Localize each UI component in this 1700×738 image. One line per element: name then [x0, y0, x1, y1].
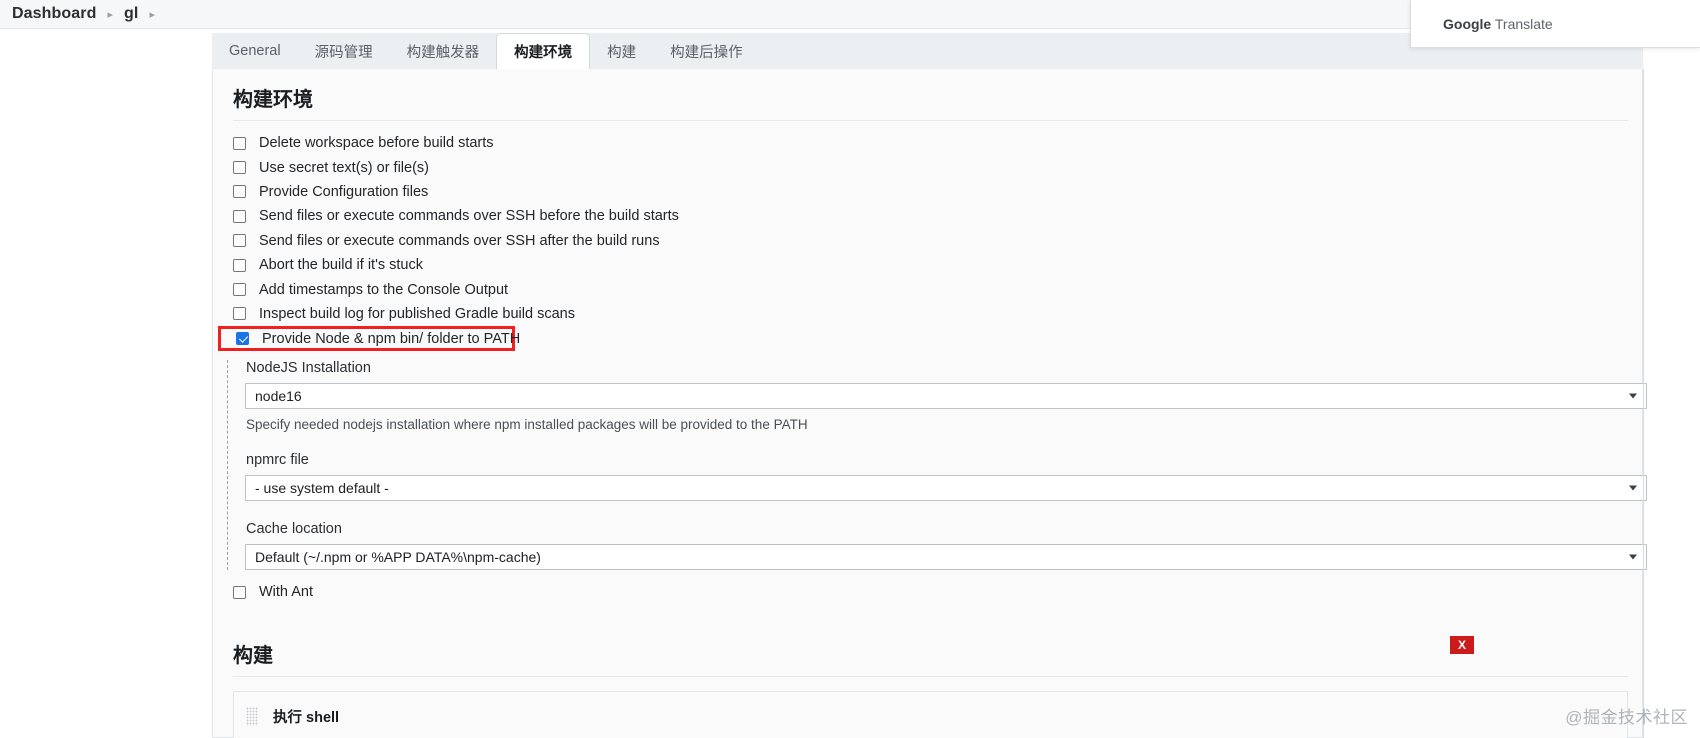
section-title-build: 构建: [213, 625, 1642, 676]
checkbox-ssh-after-build[interactable]: [233, 234, 246, 247]
checkbox-delete-workspace[interactable]: [233, 137, 246, 150]
builder-card-execute-shell[interactable]: 执行 shell: [233, 691, 1628, 738]
checkbox-label-abort-build-stuck[interactable]: Abort the build if it's stuck: [259, 257, 423, 273]
panel-right-edge: [1643, 69, 1644, 738]
checkbox-label-delete-workspace[interactable]: Delete workspace before build starts: [259, 135, 494, 151]
checkbox-provide-configuration-files[interactable]: [233, 185, 246, 198]
select-value-cache-location: Default (~/.npm or %APP DATA%\npm-cache): [255, 549, 541, 565]
google-product-text: Translate: [1491, 16, 1552, 32]
select-value-npmrc-file: - use system default -: [255, 480, 389, 496]
build-environment-checkbox-list: Delete workspace before build starts Use…: [213, 121, 1642, 351]
nodejs-config-block: NodeJS Installation node16 Specify neede…: [227, 360, 1642, 570]
checkbox-label-inspect-build-log[interactable]: Inspect build log for published Gradle b…: [259, 306, 575, 322]
checkbox-inspect-build-log[interactable]: [233, 307, 246, 320]
google-brand-text: Google: [1443, 16, 1491, 32]
checkbox-abort-build-stuck[interactable]: [233, 259, 246, 272]
chevron-down-icon-nodejs-installation: [1629, 394, 1637, 399]
close-badge-icon[interactable]: X: [1450, 636, 1474, 654]
checkbox-row-with-ant[interactable]: With Ant ?: [213, 580, 1642, 604]
drag-handle-icon[interactable]: [246, 707, 258, 726]
label-npmrc-file: npmrc file: [246, 452, 1642, 468]
breadcrumb-item-gl[interactable]: gl: [124, 5, 138, 23]
checkbox-add-timestamps[interactable]: [233, 283, 246, 296]
checkbox-row-use-secret-text[interactable]: Use secret text(s) or file(s) ?: [213, 155, 1642, 179]
checkbox-label-add-timestamps[interactable]: Add timestamps to the Console Output: [259, 282, 508, 298]
breadcrumb-separator-icon-2: ▸: [149, 8, 155, 21]
google-translate-popup[interactable]: Google Translate: [1410, 0, 1700, 48]
checkbox-label-ssh-after-build[interactable]: Send files or execute commands over SSH …: [259, 233, 660, 249]
checkbox-label-provide-configuration-files[interactable]: Provide Configuration files: [259, 184, 428, 200]
checkbox-provide-node-npm[interactable]: [236, 332, 249, 345]
section-divider-build: [233, 676, 1628, 677]
tab-build[interactable]: 构建: [590, 33, 653, 69]
build-section: 构建 执行 shell: [213, 625, 1642, 738]
checkbox-row-inspect-build-log[interactable]: Inspect build log for published Gradle b…: [213, 302, 1642, 326]
checkbox-row-provide-node-npm[interactable]: Provide Node & npm bin/ folder to PATH: [218, 326, 515, 351]
select-cache-location[interactable]: Default (~/.npm or %APP DATA%\npm-cache): [245, 544, 1647, 570]
tab-post-build-actions[interactable]: 构建后操作: [653, 33, 760, 69]
checkbox-row-ssh-before-build[interactable]: Send files or execute commands over SSH …: [213, 204, 1642, 228]
checkbox-row-provide-configuration-files[interactable]: Provide Configuration files ?: [213, 180, 1642, 204]
checkbox-row-abort-build-stuck[interactable]: Abort the build if it's stuck: [213, 253, 1642, 277]
breadcrumb-item-dashboard[interactable]: Dashboard: [12, 5, 96, 23]
select-npmrc-file[interactable]: - use system default -: [245, 475, 1647, 501]
breadcrumb-separator-icon: ▸: [107, 8, 113, 21]
checkbox-row-delete-workspace[interactable]: Delete workspace before build starts: [213, 131, 1642, 155]
app-root: Dashboard ▸ gl ▸ Google Translate Genera…: [0, 0, 1700, 738]
google-translate-label: Google Translate: [1443, 16, 1553, 32]
tab-build-triggers[interactable]: 构建触发器: [390, 33, 497, 69]
checkbox-with-ant[interactable]: [233, 586, 246, 599]
checkbox-label-ssh-before-build[interactable]: Send files or execute commands over SSH …: [259, 208, 679, 224]
builder-title-execute-shell: 执行 shell: [273, 706, 339, 727]
page-body: General 源码管理 构建触发器 构建环境 构建 构建后操作 构建环境 De…: [0, 29, 1700, 738]
select-nodejs-installation[interactable]: node16: [245, 383, 1647, 409]
select-value-nodejs-installation: node16: [255, 388, 302, 404]
tab-build-environment[interactable]: 构建环境: [496, 33, 590, 70]
help-text-nodejs-installation: Specify needed nodejs installation where…: [246, 417, 1642, 432]
checkbox-label-provide-node-npm[interactable]: Provide Node & npm bin/ folder to PATH: [262, 331, 520, 347]
checkbox-use-secret-text[interactable]: [233, 161, 246, 174]
checkbox-row-ssh-after-build[interactable]: Send files or execute commands over SSH …: [213, 229, 1642, 253]
tab-source-management[interactable]: 源码管理: [298, 33, 390, 69]
section-title-build-environment: 构建环境: [213, 69, 1642, 120]
label-cache-location: Cache location: [246, 521, 1642, 537]
chevron-down-icon-npmrc-file: [1629, 486, 1637, 491]
checkbox-label-with-ant[interactable]: With Ant: [259, 584, 313, 600]
build-environment-panel: 构建环境 Delete workspace before build start…: [212, 69, 1643, 738]
checkbox-row-add-timestamps[interactable]: Add timestamps to the Console Output: [213, 277, 1642, 301]
checkbox-ssh-before-build[interactable]: [233, 210, 246, 223]
chevron-down-icon-cache-location: [1629, 555, 1637, 560]
label-nodejs-installation: NodeJS Installation: [246, 360, 1642, 376]
checkbox-label-use-secret-text[interactable]: Use secret text(s) or file(s): [259, 160, 429, 176]
tab-general[interactable]: General: [212, 33, 298, 69]
